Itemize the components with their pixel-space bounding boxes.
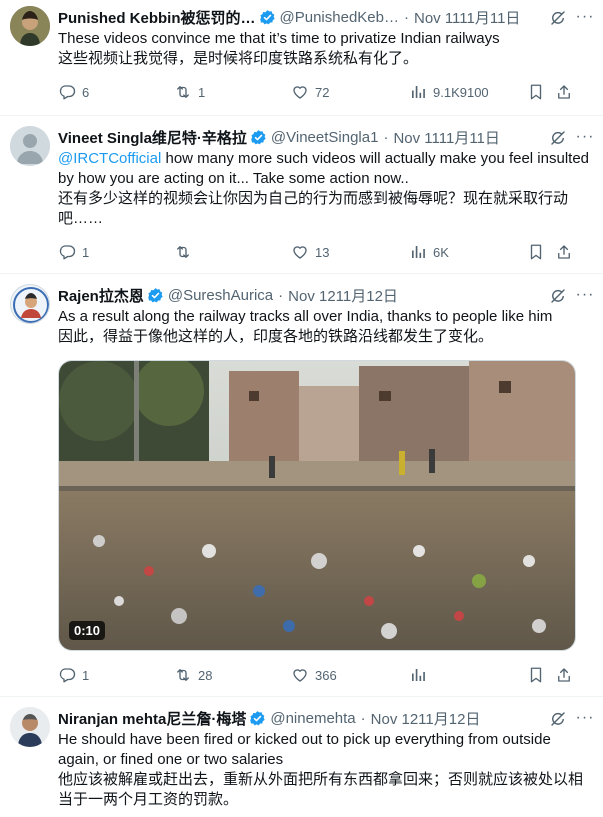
- views-icon: [409, 243, 427, 261]
- repost-icon: [174, 666, 192, 684]
- bookmark-button[interactable]: [527, 665, 551, 685]
- like-button[interactable]: 13: [291, 242, 329, 262]
- like-icon: [291, 243, 309, 261]
- author-handle[interactable]: @SureshAurica: [168, 287, 273, 304]
- author-name[interactable]: Rajen拉杰恩: [58, 285, 144, 306]
- author-handle[interactable]: @VineetSingla1: [271, 129, 379, 146]
- like-count: 72: [315, 84, 330, 100]
- tweet-4[interactable]: Niranjan mehta尼兰詹·梅塔 @ninemehta · Nov 12…: [0, 697, 603, 817]
- views-count: 9.1K9100: [433, 84, 489, 100]
- grok-icon[interactable]: [549, 710, 567, 728]
- views-button[interactable]: 6K: [409, 242, 449, 262]
- more-icon[interactable]: ···: [575, 287, 595, 309]
- bookmark-button[interactable]: [527, 82, 551, 102]
- grok-icon[interactable]: [549, 287, 567, 305]
- tweet-text-cn: 这些视频让我觉得，是时候将印度铁路系统私有化了。: [58, 50, 419, 67]
- share-icon: [555, 243, 573, 261]
- share-icon: [555, 666, 573, 684]
- bookmark-icon: [527, 243, 545, 261]
- reply-icon: [58, 666, 76, 684]
- repost-button[interactable]: 28: [174, 665, 212, 685]
- video-player[interactable]: 0:10: [58, 360, 576, 651]
- share-icon: [555, 83, 573, 101]
- tweet-date[interactable]: Nov 1111月11日: [393, 127, 499, 148]
- tweet-text-en: These videos convince me that it’s time …: [58, 30, 500, 47]
- like-icon: [291, 83, 309, 101]
- more-icon[interactable]: ···: [575, 710, 595, 732]
- video-duration: 0:10: [69, 621, 106, 640]
- share-button[interactable]: [555, 665, 579, 685]
- like-count: 13: [315, 244, 330, 260]
- repost-count: 1: [198, 84, 206, 100]
- reply-count: 6: [82, 84, 90, 100]
- repost-button[interactable]: [174, 242, 198, 262]
- tweet-text-en: As a result along the railway tracks all…: [58, 308, 553, 325]
- separator-dot: ·: [278, 286, 284, 304]
- tweet-1[interactable]: Punished Kebbin被惩罚的… @PunishedKeb… · Nov…: [0, 0, 603, 116]
- share-button[interactable]: [555, 82, 579, 102]
- tweet-text-en: He should have been fired or kicked out …: [58, 731, 551, 768]
- share-button[interactable]: [555, 242, 579, 262]
- reply-button[interactable]: 1: [58, 242, 89, 262]
- views-icon: [409, 666, 427, 684]
- verified-icon: [259, 9, 276, 26]
- grok-icon[interactable]: [549, 129, 567, 147]
- tweet-date[interactable]: Nov 1111月11日: [414, 7, 520, 28]
- separator-dot: ·: [383, 128, 389, 146]
- mention-link[interactable]: @IRCTCofficial: [58, 150, 161, 167]
- verified-icon: [147, 287, 164, 304]
- verified-icon: [250, 129, 267, 146]
- like-button[interactable]: 72: [291, 82, 329, 102]
- views-button[interactable]: 9.1K9100: [409, 82, 489, 102]
- avatar[interactable]: [10, 126, 50, 166]
- avatar[interactable]: [10, 6, 50, 46]
- tweet-date[interactable]: Nov 1211月12日: [288, 285, 398, 306]
- reply-count: 1: [82, 667, 90, 683]
- like-button[interactable]: 366: [291, 665, 337, 685]
- bookmark-icon: [527, 666, 545, 684]
- reply-icon: [58, 243, 76, 261]
- author-handle[interactable]: @PunishedKeb…: [280, 9, 399, 26]
- author-name[interactable]: Punished Kebbin被惩罚的…: [58, 7, 256, 28]
- tweet-text-cn: 还有多少这样的视频会让你因为自己的行为而感到被侮辱呢？现在就采取行动吧……: [58, 190, 569, 227]
- bookmark-button[interactable]: [527, 242, 551, 262]
- reply-count: 1: [82, 244, 90, 260]
- bookmark-icon: [527, 83, 545, 101]
- tweet-text-cn: 他应该被解雇或赶出去，重新从外面把所有东西都拿回来；否则就应该被处以相当于一两个…: [58, 771, 584, 808]
- reply-button[interactable]: 1: [58, 665, 89, 685]
- reply-button[interactable]: 6: [58, 82, 89, 102]
- verified-icon: [249, 710, 266, 727]
- grok-icon[interactable]: [549, 9, 567, 27]
- reply-icon: [58, 83, 76, 101]
- repost-icon: [174, 83, 192, 101]
- like-count: 366: [315, 667, 337, 683]
- tweet-text-cn: 因此，得益于像他这样的人，印度各地的铁路沿线都发生了变化。: [58, 328, 494, 345]
- author-handle[interactable]: @ninemehta: [270, 710, 355, 727]
- like-icon: [291, 666, 309, 684]
- separator-dot: ·: [403, 8, 409, 26]
- tweet-3[interactable]: Rajen拉杰恩 @SureshAurica · Nov 1211月12日 ··…: [0, 274, 603, 697]
- author-name[interactable]: Vineet Singla维尼特·辛格拉: [58, 127, 247, 148]
- avatar[interactable]: [10, 284, 50, 324]
- tweet-2[interactable]: Vineet Singla维尼特·辛格拉 @VineetSingla1 · No…: [0, 116, 603, 274]
- repost-icon: [174, 243, 192, 261]
- tweet-text-en: @IRCTCofficial how many more such videos…: [58, 149, 589, 189]
- views-icon: [409, 83, 427, 101]
- more-icon[interactable]: ···: [575, 129, 595, 151]
- author-name[interactable]: Niranjan mehta尼兰詹·梅塔: [58, 708, 246, 729]
- separator-dot: ·: [360, 709, 366, 727]
- views-count: 6K: [433, 244, 449, 260]
- repost-button[interactable]: 1: [174, 82, 205, 102]
- avatar[interactable]: [10, 707, 50, 747]
- views-button[interactable]: [409, 665, 433, 685]
- repost-count: 28: [198, 667, 213, 683]
- more-icon[interactable]: ···: [575, 9, 595, 31]
- video-thumbnail: [59, 361, 575, 650]
- tweet-date[interactable]: Nov 1211月12日: [371, 708, 481, 729]
